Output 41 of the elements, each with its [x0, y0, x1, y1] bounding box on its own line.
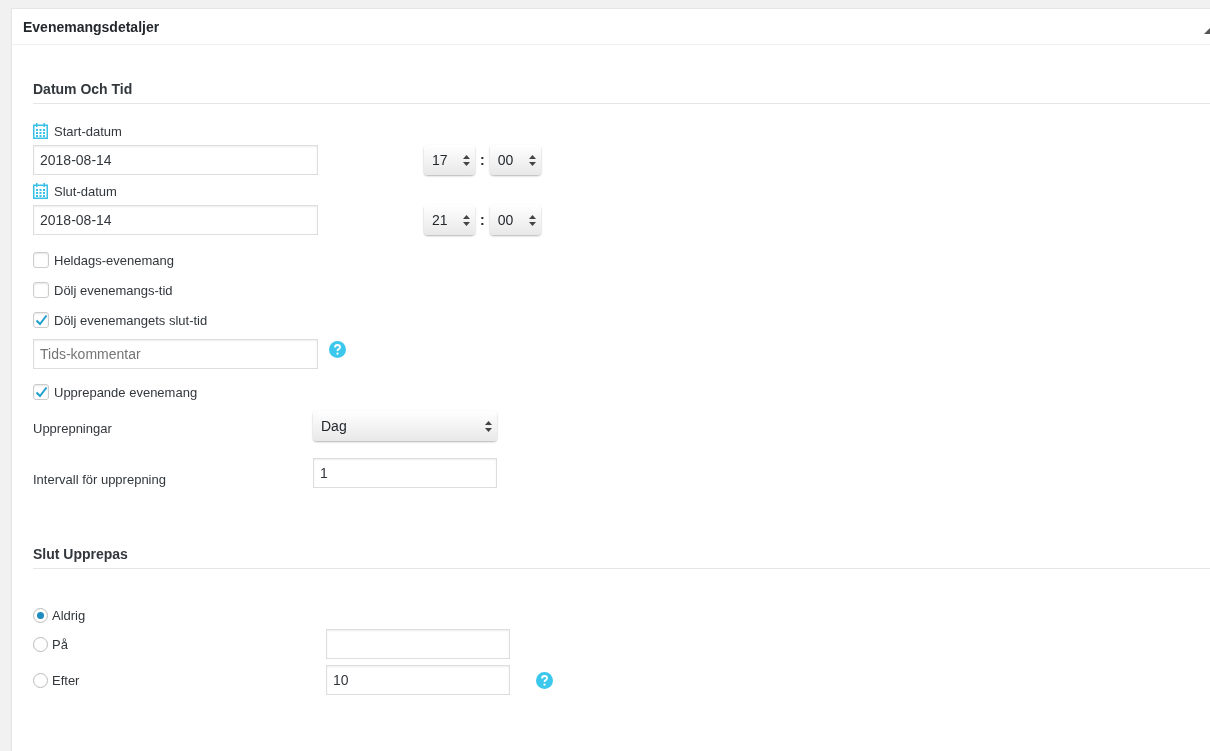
panel-title: Evenemangsdetaljer: [23, 18, 160, 35]
field-label: Slut-datum: [54, 183, 117, 199]
checkbox[interactable]: [33, 252, 49, 268]
radio-label: Efter: [52, 672, 80, 688]
section-heading: Datum Och Tid: [33, 81, 1210, 104]
field-label: Start-datum: [54, 123, 122, 139]
calendar-icon: [33, 183, 48, 199]
section-heading: Slut Upprepas: [33, 546, 1210, 569]
minute-select[interactable]: 00: [489, 205, 541, 235]
updown-caret-icon: [463, 154, 470, 166]
field-label: Intervall för upprepning: [33, 470, 167, 487]
help-icon[interactable]: [329, 340, 346, 358]
date-input[interactable]: 2018-08-14: [33, 145, 318, 175]
help-icon[interactable]: [536, 671, 553, 689]
interval-input[interactable]: 1: [313, 458, 497, 488]
updown-caret-icon: [485, 420, 492, 432]
minute-select[interactable]: 00: [489, 145, 541, 175]
field-label: Upprepningar: [33, 419, 113, 436]
date-input[interactable]: [326, 629, 510, 659]
checkbox-label: Heldags-evenemang: [54, 252, 174, 268]
checkbox-label: Upprepande evenemang: [54, 384, 198, 400]
checkbox[interactable]: [33, 312, 49, 328]
collapse-toggle-icon[interactable]: [1204, 27, 1210, 34]
checkbox-label: Dölj evenemangs-tid: [54, 282, 173, 298]
updown-caret-icon: [528, 214, 536, 226]
date-input[interactable]: 2018-08-14: [33, 205, 318, 235]
checkbox[interactable]: [33, 282, 49, 298]
count-input[interactable]: 10: [326, 665, 510, 695]
hour-select[interactable]: 17: [424, 145, 475, 175]
updown-caret-icon: [528, 154, 536, 166]
repeat-select[interactable]: Dag: [313, 411, 497, 441]
radio-label: På: [52, 636, 68, 652]
checkbox[interactable]: [33, 384, 49, 400]
checkbox-label: Dölj evenemangets slut-tid: [54, 312, 208, 328]
radio-label: Aldrig: [52, 607, 86, 623]
time-separator: :: [479, 152, 486, 168]
time-separator: :: [479, 212, 486, 228]
calendar-icon: [33, 123, 48, 139]
hour-select[interactable]: 21: [424, 205, 475, 235]
comment-input[interactable]: Tids-kommentar: [33, 339, 318, 369]
updown-caret-icon: [463, 214, 470, 226]
